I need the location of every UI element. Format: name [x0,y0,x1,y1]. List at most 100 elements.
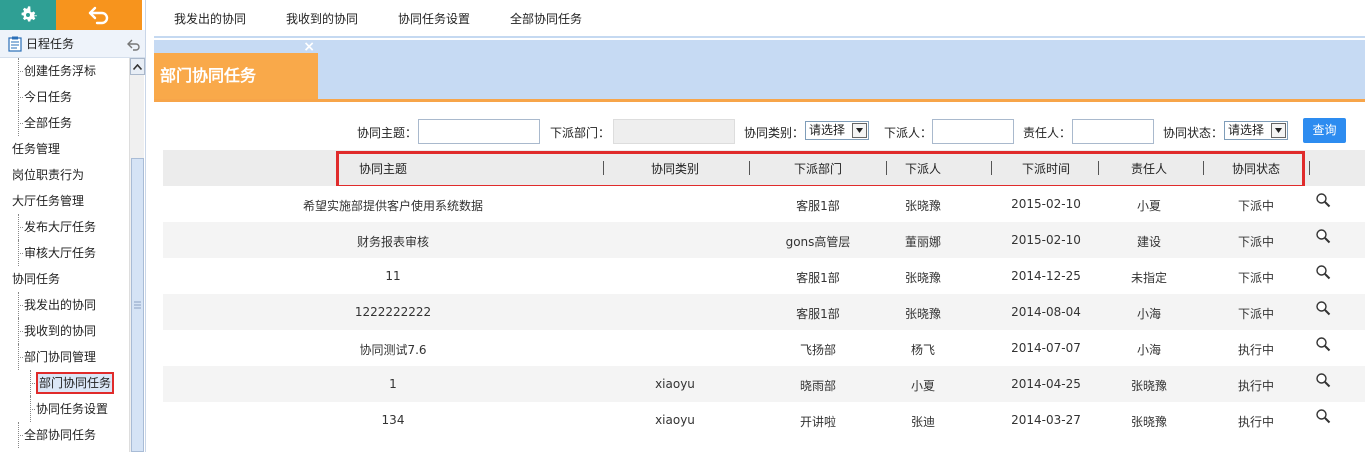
magnifier-icon[interactable] [1315,336,1331,352]
magnifier-icon[interactable] [1315,300,1331,316]
table-row[interactable]: 11 客服1部 张晓豫 2014-12-25 未指定 下派中 [163,258,1365,294]
column-header[interactable]: 下派部门 [758,160,878,177]
column-header[interactable]: 协同类别 [615,160,735,177]
column-separator [886,161,887,175]
filter-bar: 协同主题： 下派部门： 协同类别： 请选择 下派人： 责任人： 协同状态： 请选… [146,118,1365,146]
sidebar-scrollbar[interactable] [129,58,145,452]
column-header[interactable]: 下派人 [863,160,983,177]
back-arrow-icon [88,6,109,25]
close-tab-button[interactable]: × [303,39,315,55]
sidebar-item-label: 全部协同任务 [24,428,97,442]
magnifier-icon[interactable] [1315,264,1331,280]
category-select-value: 请选择 [809,123,846,137]
sidebar-item[interactable]: 协同任务设置 [0,396,128,422]
column-header[interactable]: 协同主题 [323,160,443,177]
assigner-input[interactable] [932,119,1014,144]
collab-task-table: 协同主题 协同类别 下派部门 下派人 下派时间 责任人 协同状态 希望实施部提供客户使用系统… [163,150,1365,438]
sidebar-item[interactable]: 大厅任务管理 [0,188,128,214]
table-body: 希望实施部提供客户使用系统数据 客服1部 张晓豫 2015-02-10 小夏 下派中 财务报… [163,186,1365,438]
table-header: 协同主题 协同类别 下派部门 下派人 下派时间 责任人 协同状态 [163,150,1365,188]
table-cell: 希望实施部提供客户使用系统数据 [302,199,483,213]
status-label: 协同状态： [1163,126,1224,140]
active-page-tab[interactable]: 部门协同任务 × [154,39,318,99]
category-label: 协同类别： [744,126,805,140]
sidebar-item-label: 岗位职责行为 [12,168,85,182]
table-row[interactable]: 协同测试7.6 飞扬部 杨飞 2014-07-07 小海 执行中 [163,330,1365,366]
sidebar-item[interactable]: 我收到的协同 [0,318,128,344]
column-separator [603,161,604,175]
topic-input[interactable] [418,119,540,144]
sidebar-item[interactable]: 岗位职责行为 [0,162,128,188]
page-banner: 部门协同任务 × [154,39,1365,102]
status-select-value: 请选择 [1228,123,1265,137]
table-cell: 134 [381,413,405,427]
sidebar-item-label: 任务管理 [12,142,61,156]
table-row[interactable]: 134 xiaoyu 开讲啦 张迪 2014-03-27 张晓豫 执行中 [163,402,1365,438]
sidebar-item[interactable]: 全部协同任务 [0,422,128,448]
tab-collab-settings[interactable]: 协同任务设置 [378,10,490,27]
sidebar-item-label: 审核大厅任务 [24,246,97,260]
tab-sent-collab[interactable]: 我发出的协同 [154,10,266,27]
sidebar-item-label: 我发出的协同 [24,298,97,312]
table-cell: 执行中 [1237,379,1274,393]
nav-header[interactable]: 日程任务 [0,30,145,58]
table-row[interactable]: 财务报表审核 gons高管层 董丽娜 2015-02-10 建设 下派中 [163,222,1365,258]
column-separator [1098,161,1099,175]
table-row[interactable]: 希望实施部提供客户使用系统数据 客服1部 张晓豫 2015-02-10 小夏 下派中 [163,186,1365,222]
gear-icon [21,6,37,22]
sidebar-item[interactable]: 创建任务浮标 [0,58,128,84]
sidebar-item[interactable]: 全部任务 [0,110,128,136]
nav-header-title: 日程任务 [26,37,75,51]
notepad-icon [8,36,22,52]
query-button[interactable]: 查询 [1303,118,1346,143]
sidebar-top-buttons [0,0,145,30]
tab-received-collab[interactable]: 我收到的协同 [266,10,378,27]
sidebar-item-label: 大厅任务管理 [12,194,85,208]
table-cell: 1 [389,377,397,391]
column-separator [1309,161,1310,175]
sidebar-item[interactable]: 审核大厅任务 [0,240,128,266]
column-separator [991,161,992,175]
table-cell: 下派中 [1237,271,1274,285]
sidebar-item[interactable]: 部门协同管理 [0,344,128,370]
table-cell: 下派中 [1237,307,1274,321]
dropdown-arrow-icon [852,123,867,138]
magnifier-icon[interactable] [1315,372,1331,388]
page-title: 部门协同任务 [160,66,257,85]
column-header[interactable]: 责任人 [1089,160,1209,177]
nav-list: 创建任务浮标 今日任务 全部任务任务管理岗位职责行为 大厅任务管理发布大厅任务审核大厅… [0,58,128,448]
sidebar-item[interactable]: 部门协同任务 [0,370,128,396]
magnifier-icon[interactable] [1315,408,1331,424]
magnifier-icon[interactable] [1315,192,1331,208]
assigner-label: 下派人： [884,126,933,140]
category-select[interactable]: 请选择 [805,121,869,140]
settings-button[interactable] [0,0,56,30]
top-tabs: 我发出的协同 我收到的协同 协同任务设置 全部协同任务 [154,0,1365,38]
scroll-up-button[interactable] [130,58,145,75]
sidebar-item-label: 部门协同管理 [24,350,97,364]
collapse-icon[interactable] [127,39,141,51]
sidebar-item[interactable]: 今日任务 [0,84,128,110]
owner-label: 责任人： [1023,126,1072,140]
sidebar-item[interactable]: 我发出的协同 [0,292,128,318]
table-row[interactable]: 1 xiaoyu 晓雨部 小夏 2014-04-25 张晓豫 执行中 [163,366,1365,402]
column-separator [1203,161,1204,175]
scroll-thumb[interactable] [131,158,144,452]
table-row[interactable]: 1222222222 客服1部 张晓豫 2014-08-04 小海 下派中 [163,294,1365,330]
table-cell: 协同测试7.6 [359,343,427,357]
sidebar-item[interactable]: 协同任务 [0,266,128,292]
status-select[interactable]: 请选择 [1224,121,1288,140]
dept-input[interactable] [613,119,735,144]
sidebar-item-label: 部门协同任务 [36,372,115,394]
dept-label: 下派部门： [550,126,611,140]
table-cell: 1222222222 [354,305,432,319]
tab-all-collab[interactable]: 全部协同任务 [490,10,602,27]
magnifier-icon[interactable] [1315,228,1331,244]
back-button[interactable] [56,0,142,30]
column-header[interactable]: 协同状态 [1196,160,1316,177]
sidebar-item[interactable]: 任务管理 [0,136,128,162]
column-header[interactable]: 下派时间 [986,160,1106,177]
dropdown-arrow-icon [1271,123,1286,138]
sidebar-item[interactable]: 发布大厅任务 [0,214,128,240]
owner-input[interactable] [1072,119,1154,144]
